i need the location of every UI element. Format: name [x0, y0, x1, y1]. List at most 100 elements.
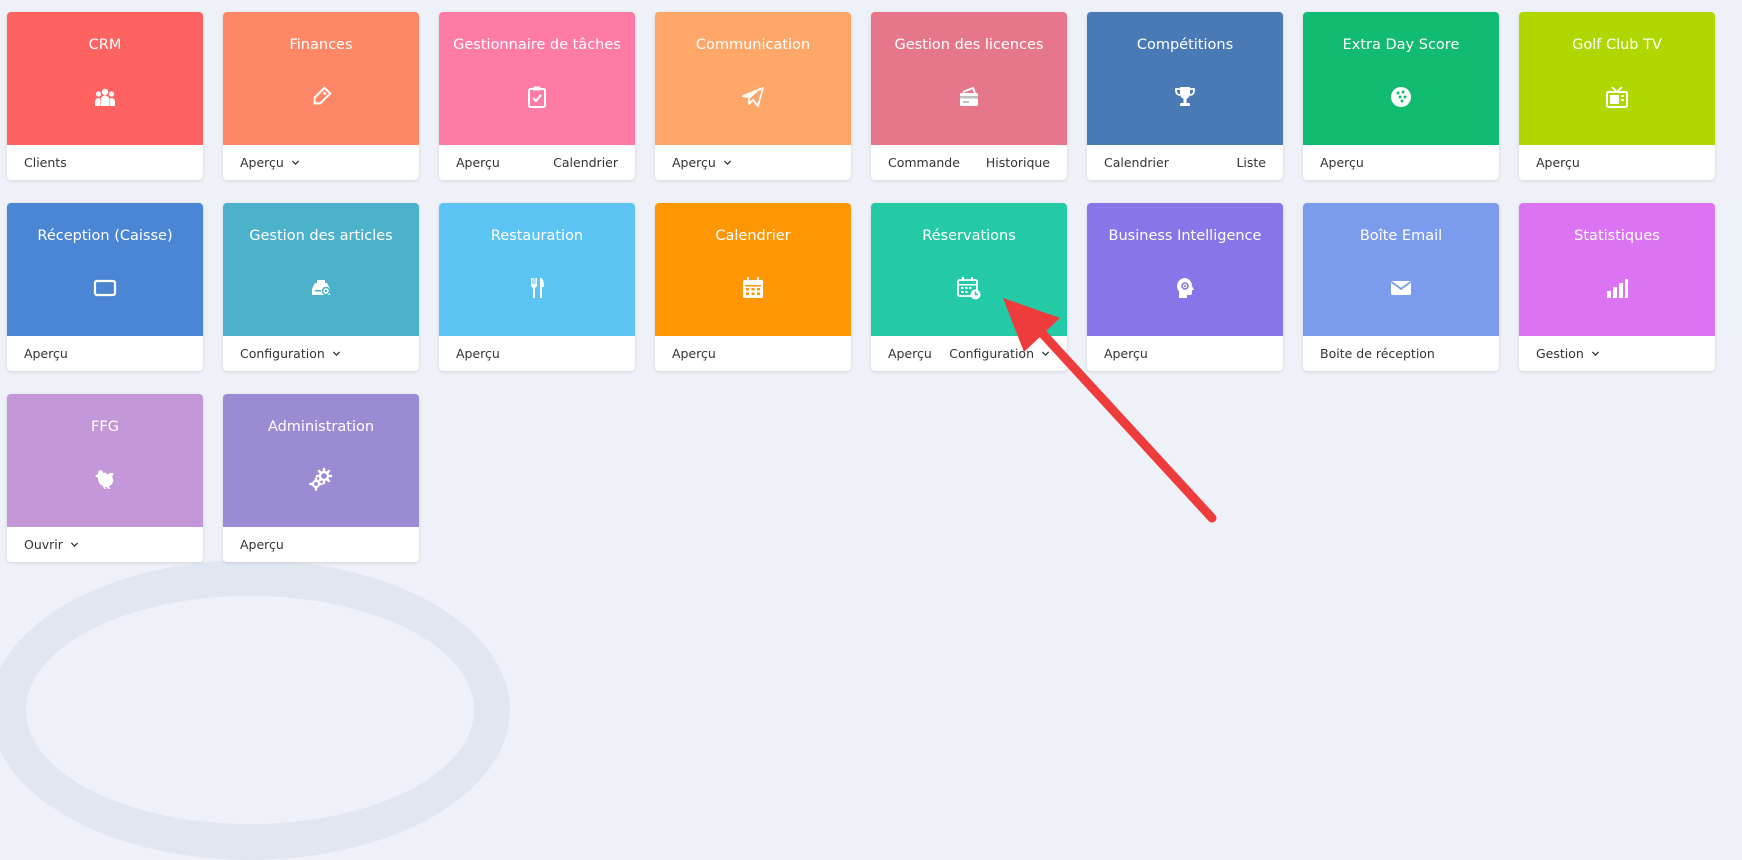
tile-link-label: Gestion [1536, 346, 1584, 361]
tile-link-calendrier-0[interactable]: Aperçu [672, 346, 716, 361]
tile-header-calendrier[interactable]: Calendrier [655, 203, 851, 336]
tile-restauration: Restauration Aperçu [439, 203, 635, 371]
tile-title: Gestionnaire de tâches [453, 37, 621, 53]
tile-header-admin[interactable]: Administration [223, 394, 419, 527]
tile-header-extraday[interactable]: Extra Day Score [1303, 12, 1499, 145]
tile-link-label: Clients [24, 155, 67, 170]
tile-header-golftv[interactable]: Golf Club TV [1519, 12, 1715, 145]
tile-title: Réservations [922, 228, 1016, 244]
tile-title: CRM [88, 37, 122, 53]
tile-articles: Gestion des articles Configuration [223, 203, 419, 371]
tile-title: Calendrier [715, 228, 791, 244]
tile-link-golftv-0[interactable]: Aperçu [1536, 155, 1580, 170]
tile-link-taches-0[interactable]: Aperçu [456, 155, 500, 170]
tile-bi: Business Intelligence Aperçu [1087, 203, 1283, 371]
chevron-down-icon [291, 160, 299, 166]
tile-header-reception[interactable]: Réception (Caisse) [7, 203, 203, 336]
tile-email: Boîte Email Boite de réception [1303, 203, 1499, 371]
chevron-down-icon [1591, 351, 1599, 357]
rooster-icon [92, 466, 118, 492]
tile-title: Restauration [490, 228, 584, 244]
tile-link-label: Aperçu [1104, 346, 1148, 361]
tile-title: Statistiques [1574, 228, 1660, 244]
tile-licences: Gestion des licences Commande Historique [871, 12, 1067, 180]
fork-knife-icon [524, 275, 550, 301]
tile-header-restauration[interactable]: Restauration [439, 203, 635, 336]
tile-links: Aperçu Calendrier [439, 145, 635, 180]
tile-finances: Finances Aperçu [223, 12, 419, 180]
tile-links: Ouvrir [7, 527, 203, 562]
tile-link-communication-0[interactable]: Aperçu [672, 155, 732, 170]
tile-links: Aperçu [1303, 145, 1499, 180]
bar-chart-icon [1604, 275, 1630, 301]
tile-link-label: Calendrier [553, 155, 618, 170]
tile-links: Boite de réception [1303, 336, 1499, 371]
tile-link-finances-0[interactable]: Aperçu [240, 155, 300, 170]
trophy-icon [1172, 84, 1198, 110]
tile-header-licences[interactable]: Gestion des licences [871, 12, 1067, 145]
tile-link-label: Aperçu [24, 346, 68, 361]
tile-link-bi-0[interactable]: Aperçu [1104, 346, 1148, 361]
tile-header-finances[interactable]: Finances [223, 12, 419, 145]
tile-link-reservations-1[interactable]: Configuration [949, 346, 1050, 361]
tile-header-crm[interactable]: CRM [7, 12, 203, 145]
tile-links: Aperçu [655, 336, 851, 371]
tile-link-extraday-0[interactable]: Aperçu [1320, 155, 1364, 170]
tile-link-restauration-0[interactable]: Aperçu [456, 346, 500, 361]
tile-title: Gestion des licences [894, 37, 1044, 53]
tile-header-reservations[interactable]: Réservations [871, 203, 1067, 336]
tile-link-articles-0[interactable]: Configuration [240, 346, 341, 361]
tile-title: Finances [289, 37, 353, 53]
tile-header-stats[interactable]: Statistiques [1519, 203, 1715, 336]
envelope-icon [1388, 275, 1414, 301]
tile-golftv: Golf Club TV Aperçu [1519, 12, 1715, 180]
tile-stats: Statistiques Gestion [1519, 203, 1715, 371]
tile-links: Aperçu [223, 527, 419, 562]
tile-header-bi[interactable]: Business Intelligence [1087, 203, 1283, 336]
tile-title: Compétitions [1136, 37, 1234, 53]
tile-extraday: Extra Day Score Aperçu [1303, 12, 1499, 180]
tile-links: Calendrier Liste [1087, 145, 1283, 180]
tile-taches: Gestionnaire de tâches Aperçu Calendrier [439, 12, 635, 180]
tile-reception: Réception (Caisse) Aperçu [7, 203, 203, 371]
tile-link-label: Aperçu [1320, 155, 1364, 170]
tile-link-label: Aperçu [672, 346, 716, 361]
tile-link-ffg-0[interactable]: Ouvrir [24, 537, 79, 552]
chevron-down-icon [70, 542, 79, 548]
tile-header-ffg[interactable]: FFG [7, 394, 203, 527]
tile-link-taches-1[interactable]: Calendrier [553, 155, 618, 170]
tile-links: Aperçu [1519, 145, 1715, 180]
tile-header-communication[interactable]: Communication [655, 12, 851, 145]
tile-link-competitions-1[interactable]: Liste [1236, 155, 1266, 170]
tile-link-admin-0[interactable]: Aperçu [240, 537, 284, 552]
tile-links: Aperçu Configuration [871, 336, 1067, 371]
tile-title: Boîte Email [1359, 228, 1443, 244]
tile-link-label: Historique [985, 155, 1050, 170]
tile-link-competitions-0[interactable]: Calendrier [1104, 155, 1169, 170]
tile-link-label: Aperçu [456, 346, 500, 361]
golf-ball-icon [1388, 84, 1414, 110]
tile-links: Aperçu [223, 145, 419, 180]
calendar-clock-icon [956, 275, 982, 301]
tile-link-label: Aperçu [672, 155, 716, 170]
tile-link-reservations-0[interactable]: Aperçu [888, 346, 932, 361]
tile-calendrier: Calendrier Aperçu [655, 203, 851, 371]
tile-link-email-0[interactable]: Boite de réception [1320, 346, 1435, 361]
tile-link-reception-0[interactable]: Aperçu [24, 346, 68, 361]
tile-link-licences-1[interactable]: Historique [986, 155, 1050, 170]
tile-title: Extra Day Score [1342, 37, 1460, 53]
tile-header-taches[interactable]: Gestionnaire de tâches [439, 12, 635, 145]
tile-header-competitions[interactable]: Compétitions [1087, 12, 1283, 145]
tile-header-articles[interactable]: Gestion des articles [223, 203, 419, 336]
calendar-icon [740, 275, 766, 301]
tile-link-stats-0[interactable]: Gestion [1536, 346, 1600, 361]
tile-links: Configuration [223, 336, 419, 371]
tile-link-crm-0[interactable]: Clients [24, 155, 67, 170]
tile-link-licences-0[interactable]: Commande [888, 155, 960, 170]
tile-title: Communication [695, 37, 811, 53]
tile-header-email[interactable]: Boîte Email [1303, 203, 1499, 336]
tile-link-label: Configuration [949, 346, 1034, 361]
tile-links: Aperçu [655, 145, 851, 180]
tile-title: FFG [91, 419, 119, 435]
tile-link-label: Aperçu [1536, 155, 1580, 170]
